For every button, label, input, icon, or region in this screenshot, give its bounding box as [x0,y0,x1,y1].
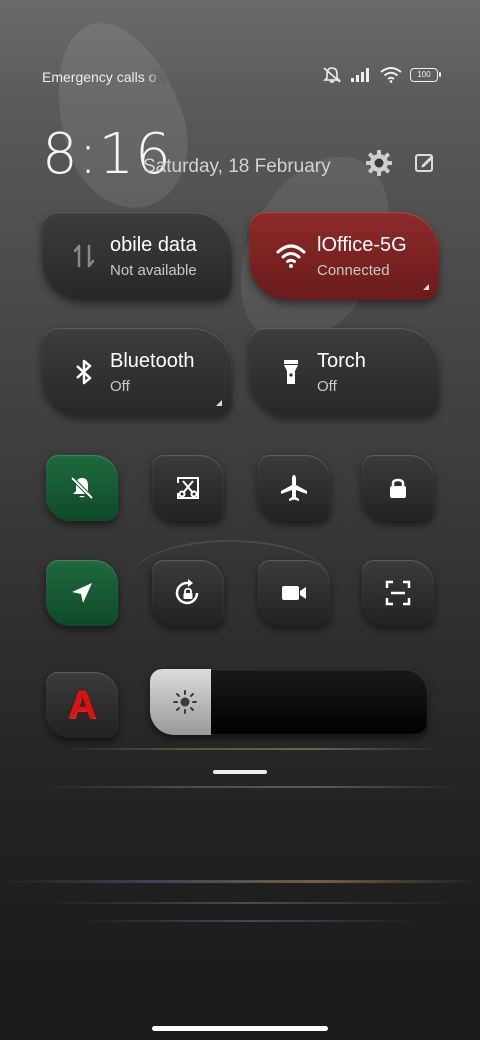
tile-subtitle: Off [317,378,337,395]
status-bar: Emergency calls o 100 [0,60,480,92]
screenshot-icon [177,477,199,499]
gear-icon[interactable] [364,148,394,178]
expand-corner-icon [423,284,429,290]
tile-title: Bluetooth [110,350,195,372]
tile-subtitle: Off [110,378,130,395]
tile-screen-recorder[interactable] [258,560,330,626]
expand-corner-icon [216,400,222,406]
font-a-icon: A [67,682,97,727]
date: Saturday, 18 February [143,156,331,177]
scan-icon [385,580,411,606]
airplane-icon [281,475,307,501]
panel-drag-handle[interactable] [213,770,267,774]
tile-screenshot[interactable] [152,455,224,521]
wallpaper-streak [80,920,420,922]
tile-location[interactable] [46,560,118,626]
wifi-icon [276,244,306,268]
sun-icon [173,690,197,714]
tile-mute[interactable] [46,455,118,521]
tile-lock[interactable] [362,455,434,521]
carrier-text: Emergency calls o [42,69,166,85]
lock-icon [390,478,406,498]
battery-icon: 100 [410,68,441,82]
wallpaper-streak [0,880,480,883]
header-actions [364,148,436,178]
wallpaper-streak [40,902,460,904]
video-camera-icon [282,586,306,600]
signal-icon [351,68,369,82]
tile-airplane[interactable] [258,455,330,521]
tile-torch[interactable]: Torch Off [249,328,439,416]
tile-scanner[interactable] [362,560,434,626]
tile-subtitle: Not available [110,262,197,279]
tile-wifi[interactable]: lOffice-5G Connected [249,212,439,300]
wallpaper-shape [33,6,207,224]
brightness-slider[interactable] [150,669,428,735]
tile-font-a[interactable]: A [46,672,118,738]
torch-icon [284,360,298,384]
tile-mobile-data[interactable]: obile data Not available [42,212,232,300]
location-icon [72,583,92,603]
bluetooth-icon [76,359,92,385]
tile-bluetooth[interactable]: Bluetooth Off [42,328,232,416]
wifi-status-icon [380,67,402,83]
tile-title: obile data [110,234,197,256]
rotation-lock-icon [175,579,199,605]
mute-bell-icon [70,476,94,500]
tile-subtitle: Connected [317,262,390,279]
edit-icon[interactable] [414,152,436,174]
wallpaper-streak [60,748,440,750]
mobile-data-icon [73,244,95,268]
tile-rotation-lock[interactable] [152,560,224,626]
wallpaper-streak [40,786,460,788]
tile-title: lOffice-5G [317,234,407,256]
gesture-nav-bar[interactable] [152,1026,328,1031]
status-icons: 100 [322,66,441,84]
tile-title: Torch [317,350,366,372]
mute-icon [323,67,341,83]
